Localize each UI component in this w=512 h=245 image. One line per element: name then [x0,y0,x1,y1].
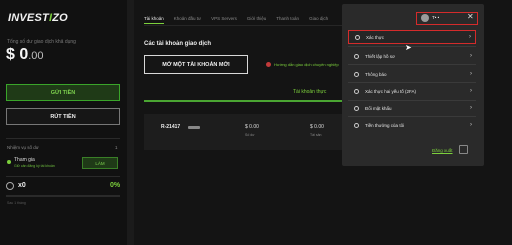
chevron-right-icon: › [470,88,472,94]
coin-count: x0 [18,182,26,189]
logout-icon[interactable] [459,145,468,154]
deposit-button[interactable]: GỬI TIỀN [6,84,120,101]
divider [348,82,476,83]
section-title: Các tài khoản giao dịch [144,41,212,47]
do-task-button[interactable]: LÀM [82,157,118,169]
progress-bar [6,195,120,197]
coin-percent: 0% [110,182,121,189]
divider [348,64,476,65]
tab-vps[interactable]: VPS Servers [211,16,237,24]
chevron-right-icon: › [470,122,472,128]
tab-accounts[interactable]: Tài khoản [144,16,164,24]
logout-link[interactable]: Đăng xuất [432,148,453,153]
menu-item-notifications[interactable]: Thông báo › [348,67,476,81]
subtab-active-indicator [144,100,349,102]
sidebar: INVESTIZO Tổng số dư giao dịch khả dụng … [0,0,127,245]
coin-icon [6,182,14,190]
user-settings-icon [354,53,359,59]
level-label: Nhiệm vụ số dư [7,145,39,150]
guide-link[interactable]: Hướng dẫn giao dịch chuyên nghiệp [266,62,339,67]
level-number: 1 [115,145,118,150]
account-id: R-21417 [161,124,181,130]
check-circle-icon [355,34,360,40]
bell-icon [354,71,359,77]
balance-value: $ 0.00 [6,46,44,63]
withdraw-button[interactable]: RÚT TIỀN [6,108,120,125]
tab-payment[interactable]: Thanh toán [276,16,299,24]
lock-icon [354,88,359,94]
join-subtitle: Giữ cân đăng ký tài khoản [14,164,55,168]
key-icon [354,105,359,111]
close-icon[interactable]: ✕ [467,12,474,21]
logo[interactable]: INVESTIZO [8,12,68,24]
account-balance-label: Số dư [245,133,255,137]
user-name: T• • [432,15,440,20]
divider [348,116,476,117]
balance-label: Tổng số dư giao dịch khả dụng [7,39,76,45]
redacted-mark [188,126,200,129]
account-balance: $ 0.00 [245,124,259,130]
sidebar-footer: Sau 1 tháng [7,201,26,205]
chevron-right-icon: › [469,34,471,40]
tab-bar: Tài khoản Khoản đầu tư VPS Servers Giới … [144,16,328,24]
join-title: Tham gia [14,157,35,163]
divider [348,46,476,47]
guide-icon [266,62,271,67]
chevron-right-icon: › [470,105,472,111]
divider [144,25,344,26]
account-equity: $ 0.00 [310,124,324,130]
gift-icon [354,122,359,128]
account-equity-label: Tài sản [310,133,322,137]
menu-item-2fa[interactable]: Xác thực hai yếu tố (2FA) › [348,84,476,98]
avatar [421,14,429,22]
tab-referral[interactable]: Giới thiệu [247,16,266,24]
tab-investments[interactable]: Khoản đầu tư [174,16,201,24]
menu-item-verification[interactable]: Xác thực › [348,30,476,44]
chevron-right-icon: › [470,53,472,59]
menu-item-change-password[interactable]: Đổi mật khẩu › [348,101,476,115]
chevron-right-icon: › [470,71,472,77]
account-row[interactable]: R-21417 $ 0.00 Số dư $ 0.00 Tài sản [144,114,349,150]
tab-trading[interactable]: Giao dịch [309,16,328,24]
open-account-button[interactable]: MỞ MỘT TÀI KHOẢN MỚI [144,55,248,74]
menu-item-profile[interactable]: Thiết lập hồ sơ › [348,49,476,63]
subtab-real-account[interactable]: Tài khoản thực [293,89,326,95]
divider [6,176,120,177]
divider [6,138,120,139]
cursor-icon: ➤ [405,43,412,52]
dot-icon [7,160,11,164]
menu-item-bonus[interactable]: Tiền thưởng của tôi › [348,118,476,132]
